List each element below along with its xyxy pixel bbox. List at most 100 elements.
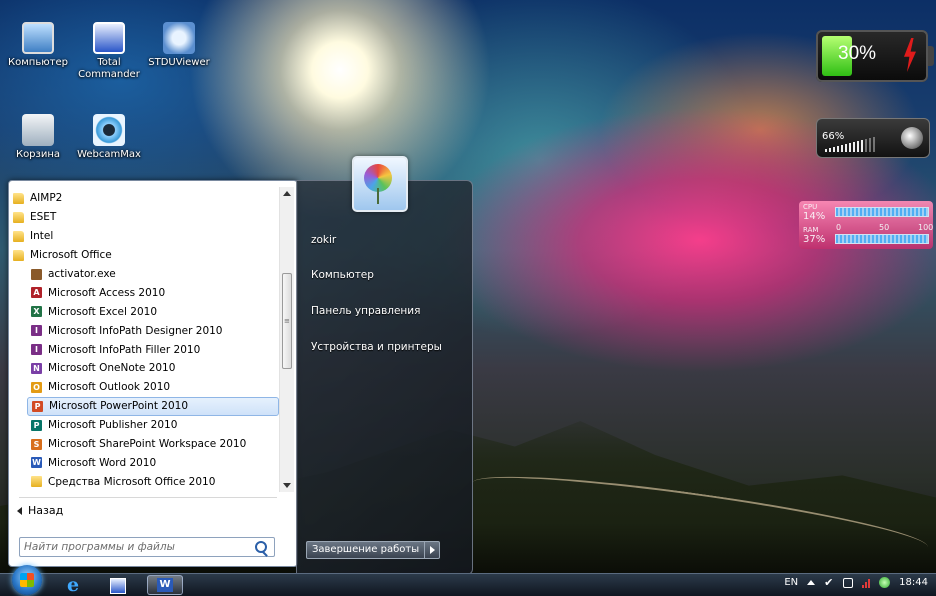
folder-icon <box>13 249 24 261</box>
total-commander-taskbar-icon[interactable] <box>110 578 126 594</box>
program-label: Средства Microsoft Office 2010 <box>48 475 216 488</box>
program-item[interactable]: Microsoft Office <box>13 246 279 265</box>
internet-explorer-icon[interactable]: e <box>62 576 84 595</box>
back-label: Назад <box>28 504 64 517</box>
start-menu-right-pane: zokir Компьютер Панель управления Устрой… <box>296 180 473 575</box>
all-programs-list: AIMP2 ESET Intel Microsoft Office activa… <box>13 189 279 491</box>
computer-icon <box>22 22 54 54</box>
antivirus-tray-icon[interactable] <box>879 577 891 588</box>
program-item[interactable]: O Microsoft Outlook 2010 <box>13 378 279 397</box>
shutdown-options-arrow-icon[interactable] <box>425 541 441 559</box>
cpu-meter-gadget[interactable]: CPU 14% 0 50 100 RAM 37% <box>799 201 933 249</box>
program-item[interactable]: AIMP2 <box>13 189 279 208</box>
program-item[interactable]: N Microsoft OneNote 2010 <box>13 359 279 378</box>
ram-label: RAM <box>803 226 819 234</box>
program-item[interactable]: I Microsoft InfoPath Designer 2010 <box>13 321 279 340</box>
user-avatar[interactable] <box>352 156 408 212</box>
program-item[interactable]: A Microsoft Access 2010 <box>13 283 279 302</box>
ram-meter-bar <box>835 234 929 244</box>
program-label: Microsoft Excel 2010 <box>48 305 157 318</box>
program-item[interactable]: activator.exe <box>13 265 279 284</box>
clock-time[interactable]: 18:44 <box>899 577 928 588</box>
battery-percent: 30% <box>838 43 877 64</box>
ram-value: 37% <box>803 234 826 245</box>
volume-bars <box>825 137 875 152</box>
program-item-selected[interactable]: P Microsoft PowerPoint 2010 <box>27 396 279 416</box>
meter-scale-100: 100 <box>918 223 934 232</box>
scroll-down-arrow-icon[interactable] <box>283 483 291 488</box>
program-item[interactable]: X Microsoft Excel 2010 <box>13 302 279 321</box>
cpu-meter-bar <box>835 207 929 217</box>
cpu-label: CPU <box>803 203 818 211</box>
pinwheel-stick <box>377 188 379 204</box>
word-taskbar-button[interactable]: W <box>147 575 183 595</box>
program-item[interactable]: I Microsoft InfoPath Filler 2010 <box>13 340 279 359</box>
search-input[interactable] <box>20 538 248 556</box>
program-item[interactable]: S Microsoft SharePoint Workspace 2010 <box>13 435 279 454</box>
program-item[interactable]: W Microsoft Word 2010 <box>13 453 279 472</box>
desktop-icon-label: Компьютер <box>8 57 68 68</box>
desktop-icon-stduviewer[interactable]: STDUViewer <box>146 22 212 69</box>
action-center-flag-icon[interactable]: ✔ <box>824 577 834 588</box>
computer-link[interactable]: Компьютер <box>311 269 374 281</box>
program-label: Microsoft SharePoint Workspace 2010 <box>48 438 247 451</box>
program-item[interactable]: ESET <box>13 208 279 227</box>
program-label: Microsoft InfoPath Filler 2010 <box>48 343 201 356</box>
program-item[interactable]: Средства Microsoft Office 2010 <box>13 472 279 491</box>
menu-divider <box>19 497 277 498</box>
meter-scale-50: 50 <box>879 223 890 232</box>
program-label: activator.exe <box>48 268 116 280</box>
desktop-icon-recycle-bin[interactable]: Корзина <box>5 114 71 161</box>
program-label: Microsoft OneNote 2010 <box>48 362 176 375</box>
desktop-icon-computer[interactable]: Компьютер <box>5 22 71 69</box>
infopath-filler-icon: I <box>31 344 42 356</box>
programs-scrollbar[interactable]: ≡ <box>279 187 294 492</box>
battery-gadget[interactable]: 30% <box>816 30 934 82</box>
control-panel-link[interactable]: Панель управления <box>311 305 420 317</box>
desktop-icon-webcammax[interactable]: WebcamMax <box>76 114 142 161</box>
word-icon: W <box>157 578 173 592</box>
program-label: Intel <box>30 230 54 243</box>
taskbar: e W EN ✔ 18:44 <box>0 573 936 596</box>
search-icon[interactable] <box>255 541 267 553</box>
desktop-icon-total-commander[interactable]: Total Commander <box>76 22 142 81</box>
start-button[interactable] <box>12 565 42 595</box>
satellite-icon <box>163 22 195 54</box>
program-label: Microsoft Publisher 2010 <box>48 419 178 432</box>
program-item[interactable]: Intel <box>13 227 279 246</box>
volume-gadget[interactable]: 66% <box>816 118 930 158</box>
program-label: Microsoft PowerPoint 2010 <box>49 400 188 413</box>
user-name-link[interactable]: zokir <box>311 234 336 246</box>
start-menu-programs-pane: AIMP2 ESET Intel Microsoft Office activa… <box>8 180 298 567</box>
battery-cap <box>928 46 934 66</box>
publisher-icon: P <box>31 419 42 431</box>
back-button[interactable]: Назад <box>17 504 63 517</box>
folder-icon <box>13 211 24 223</box>
outlook-icon: O <box>31 381 42 393</box>
folder-icon <box>13 192 24 204</box>
language-indicator[interactable]: EN <box>784 577 798 588</box>
program-item[interactable]: P Microsoft Publisher 2010 <box>13 416 279 435</box>
floppy-disk-icon <box>93 22 125 54</box>
office-tools-folder-icon <box>31 476 42 488</box>
infopath-designer-icon: I <box>31 325 42 337</box>
access-icon: A <box>31 287 42 299</box>
start-menu: AIMP2 ESET Intel Microsoft Office activa… <box>8 180 473 575</box>
start-search-box[interactable] <box>19 537 275 557</box>
show-hidden-icons-icon[interactable] <box>807 580 816 585</box>
cpu-value: 14% <box>803 211 826 222</box>
shutdown-button[interactable]: Завершение работы <box>306 541 426 559</box>
network-signal-icon[interactable] <box>862 578 871 588</box>
power-plug-icon[interactable] <box>843 577 854 588</box>
onenote-icon: N <box>31 362 42 374</box>
program-label: ESET <box>30 211 57 224</box>
shutdown-group: Завершение работы <box>306 541 441 559</box>
excel-icon: X <box>31 306 42 318</box>
volume-knob-icon[interactable] <box>901 127 923 149</box>
windows-logo-icon <box>20 573 34 587</box>
folder-icon <box>13 230 24 242</box>
system-tray: EN ✔ 18:44 <box>784 577 928 588</box>
program-label: Microsoft Word 2010 <box>48 456 157 469</box>
scroll-up-arrow-icon[interactable] <box>283 191 291 196</box>
devices-printers-link[interactable]: Устройства и принтеры <box>311 341 442 353</box>
